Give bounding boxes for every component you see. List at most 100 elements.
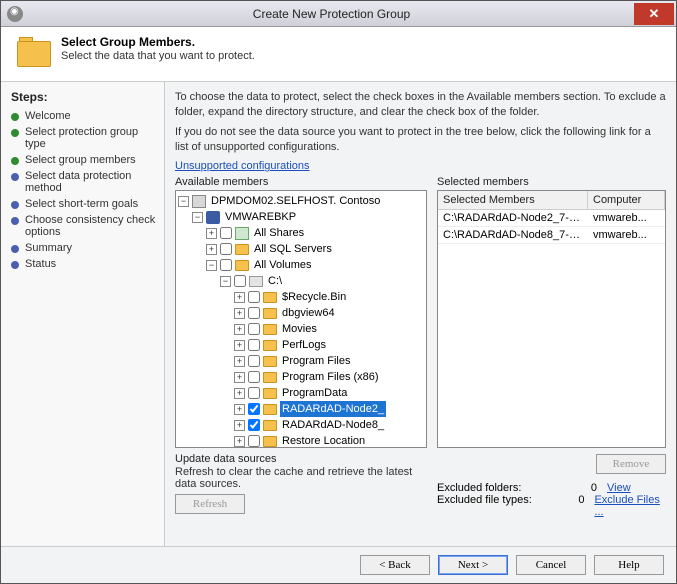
excluded-folders-label: Excluded folders:: [437, 482, 567, 494]
available-label: Available members: [175, 176, 427, 188]
folder-checkbox[interactable]: [248, 403, 260, 415]
tree-folder[interactable]: + dbgview64: [178, 305, 426, 321]
tree-folder[interactable]: + RADARdAD-Node2_: [178, 401, 426, 417]
expand-toggle[interactable]: +: [234, 372, 245, 383]
update-section: Update data sources Refresh to clear the…: [175, 453, 427, 514]
step-welcome[interactable]: Welcome: [11, 110, 158, 122]
folder-label[interactable]: ProgramData: [280, 385, 349, 401]
unsupported-config-link[interactable]: Unsupported configurations: [175, 160, 310, 172]
exclude-files-link[interactable]: Exclude Files ...: [594, 494, 666, 518]
window-title: Create New Protection Group: [29, 7, 634, 21]
folder-label[interactable]: dbgview64: [280, 305, 337, 321]
folder-checkbox[interactable]: [248, 435, 260, 447]
page-subtitle: Select the data that you want to protect…: [61, 50, 255, 62]
folder-icon: [263, 356, 277, 367]
back-button[interactable]: < Back: [360, 555, 430, 575]
folder-label[interactable]: PerfLogs: [280, 337, 328, 353]
selected-table[interactable]: Selected Members Computer C:\RADARdAD-No…: [437, 190, 666, 448]
folder-icon: [263, 420, 277, 431]
cell-member: C:\RADARdAD-Node8_7-26-6-...: [438, 227, 588, 243]
folder-icon: [263, 292, 277, 303]
tree-folder[interactable]: + $Recycle.Bin: [178, 289, 426, 305]
folder-checkbox[interactable]: [248, 371, 260, 383]
drive-c-checkbox[interactable]: [234, 275, 246, 287]
folder-icon: [263, 372, 277, 383]
next-button[interactable]: Next >: [438, 555, 508, 575]
expand-toggle[interactable]: +: [234, 436, 245, 447]
expand-toggle[interactable]: +: [234, 340, 245, 351]
tree-folder[interactable]: + PerfLogs: [178, 337, 426, 353]
tree-vm[interactable]: −VMWAREBKP: [178, 209, 426, 225]
folder-checkbox[interactable]: [248, 355, 260, 367]
step-consistency-check[interactable]: Choose consistency check options: [11, 214, 158, 238]
expand-toggle[interactable]: +: [234, 388, 245, 399]
tree-folder[interactable]: + RADARdAD-Node8_: [178, 417, 426, 433]
selected-label: Selected members: [437, 176, 666, 188]
expand-toggle[interactable]: +: [234, 308, 245, 319]
close-button[interactable]: ✕: [634, 3, 674, 25]
expand-toggle[interactable]: +: [234, 324, 245, 335]
intro-text: To choose the data to protect, select th…: [175, 90, 666, 174]
tree-volumes[interactable]: −All Volumes: [178, 257, 426, 273]
folder-icon: [263, 404, 277, 415]
step-protection-method[interactable]: Select data protection method: [11, 170, 158, 194]
available-tree[interactable]: −DPMDOM02.SELFHOST. Contoso −VMWAREBKP +…: [175, 190, 427, 448]
step-group-members[interactable]: Select group members: [11, 154, 158, 166]
folder-label[interactable]: RADARdAD-Node8_: [280, 417, 386, 433]
folder-label[interactable]: RADARdAD-Node2_: [280, 401, 386, 417]
app-icon: [7, 6, 23, 22]
folder-label[interactable]: Movies: [280, 321, 319, 337]
excluded-types-label: Excluded file types:: [437, 494, 557, 518]
folder-checkbox[interactable]: [248, 291, 260, 303]
tree-folder[interactable]: + Restore Location: [178, 433, 426, 448]
volumes-checkbox[interactable]: [220, 259, 232, 271]
step-group-type[interactable]: Select protection group type: [11, 126, 158, 150]
folder-label[interactable]: Program Files: [280, 353, 352, 369]
expand-toggle[interactable]: +: [234, 356, 245, 367]
tree-drive-c[interactable]: −C:\: [178, 273, 426, 289]
expand-toggle[interactable]: +: [234, 420, 245, 431]
folder-label[interactable]: Program Files (x86): [280, 369, 381, 385]
tree-folder[interactable]: + Program Files (x86): [178, 369, 426, 385]
tree-folder[interactable]: + ProgramData: [178, 385, 426, 401]
folder-checkbox[interactable]: [248, 323, 260, 335]
server-icon: [192, 195, 206, 208]
folder-icon: [263, 308, 277, 319]
folder-label[interactable]: Restore Location: [280, 433, 367, 448]
tree-folder[interactable]: + Program Files: [178, 353, 426, 369]
wizard-footer: < Back Next > Cancel Help: [1, 546, 676, 583]
folder-checkbox[interactable]: [248, 339, 260, 351]
sql-checkbox[interactable]: [220, 243, 232, 255]
cancel-button[interactable]: Cancel: [516, 555, 586, 575]
expand-toggle[interactable]: +: [234, 292, 245, 303]
folder-checkbox[interactable]: [248, 387, 260, 399]
tree-shares[interactable]: +All Shares: [178, 225, 426, 241]
view-excluded-link[interactable]: View: [607, 482, 631, 494]
help-button[interactable]: Help: [594, 555, 664, 575]
excluded-types-count: 0: [557, 494, 585, 518]
folder-icon: [263, 436, 277, 447]
vm-icon: [206, 211, 220, 224]
folder-icon: [263, 388, 277, 399]
tree-sql[interactable]: +All SQL Servers: [178, 241, 426, 257]
tree-folder[interactable]: + Movies: [178, 321, 426, 337]
excluded-folders-count: 0: [567, 482, 597, 494]
table-row[interactable]: C:\RADARdAD-Node2_7-26-6-...vmwareb...: [438, 210, 665, 227]
folder-label[interactable]: $Recycle.Bin: [280, 289, 348, 305]
remove-button[interactable]: Remove: [596, 454, 666, 474]
tree-root[interactable]: −DPMDOM02.SELFHOST. Contoso: [178, 193, 426, 209]
page-title: Select Group Members.: [61, 35, 255, 49]
refresh-button[interactable]: Refresh: [175, 494, 245, 514]
cell-computer: vmwareb...: [588, 210, 665, 226]
step-summary[interactable]: Summary: [11, 242, 158, 254]
expand-toggle[interactable]: +: [234, 404, 245, 415]
drive-icon: [249, 276, 263, 287]
shares-checkbox[interactable]: [220, 227, 232, 239]
step-status[interactable]: Status: [11, 258, 158, 270]
steps-heading: Steps:: [11, 90, 158, 104]
folder-icon: [263, 324, 277, 335]
folder-checkbox[interactable]: [248, 307, 260, 319]
step-short-term-goals[interactable]: Select short-term goals: [11, 198, 158, 210]
table-row[interactable]: C:\RADARdAD-Node8_7-26-6-...vmwareb...: [438, 227, 665, 244]
folder-checkbox[interactable]: [248, 419, 260, 431]
